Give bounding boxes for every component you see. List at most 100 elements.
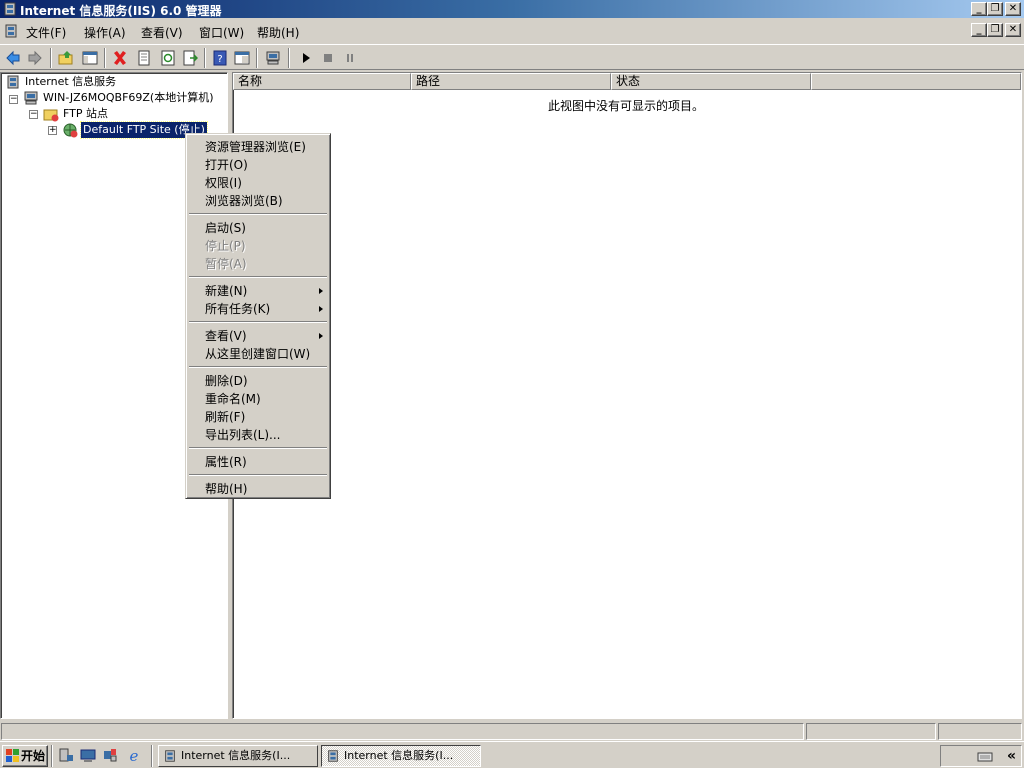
context-menu-item[interactable]: 启动(S) bbox=[189, 219, 327, 237]
properties-icon[interactable] bbox=[134, 48, 154, 68]
context-menu-item[interactable]: 删除(D) bbox=[189, 372, 327, 390]
context-menu-item-label: 重命名(M) bbox=[205, 392, 261, 406]
context-menu-separator bbox=[189, 321, 327, 323]
up-folder-icon[interactable] bbox=[56, 48, 76, 68]
empty-list-message: 此视图中没有可显示的项目。 bbox=[547, 99, 704, 113]
context-menu-separator bbox=[189, 213, 327, 215]
restore-button[interactable]: ❐ bbox=[987, 2, 1003, 16]
menu-view[interactable]: 查看(V) bbox=[141, 24, 183, 41]
context-menu-item[interactable]: 导出列表(L)... bbox=[189, 426, 327, 444]
ftp-site-stopped-icon bbox=[63, 123, 78, 138]
internet-explorer-icon[interactable]: e bbox=[126, 747, 142, 763]
context-menu-item[interactable]: 查看(V) bbox=[189, 327, 327, 345]
context-menu-item-label: 帮助(H) bbox=[205, 482, 248, 496]
server-manager-icon[interactable] bbox=[58, 747, 74, 763]
windows-logo-icon bbox=[6, 749, 19, 762]
window-title: Internet 信息服务(IIS) 6.0 管理器 bbox=[20, 4, 222, 18]
menu-file[interactable]: 文件(F) bbox=[26, 24, 66, 41]
context-menu-item-label: 浏览器浏览(B) bbox=[205, 194, 283, 208]
collapse-server-icon[interactable]: − bbox=[9, 95, 18, 104]
status-panel-main bbox=[1, 723, 804, 740]
context-menu-item[interactable]: 打开(O) bbox=[189, 156, 327, 174]
child-restore-button[interactable]: ❐ bbox=[987, 23, 1003, 37]
delete-icon[interactable] bbox=[110, 48, 130, 68]
refresh-icon[interactable] bbox=[158, 48, 178, 68]
close-button[interactable]: ✕ bbox=[1005, 2, 1021, 16]
context-menu-item[interactable]: 刷新(F) bbox=[189, 408, 327, 426]
context-menu-item-label: 启动(S) bbox=[205, 221, 246, 235]
context-menu-item-label: 打开(O) bbox=[205, 158, 248, 172]
child-close-button[interactable]: ✕ bbox=[1005, 23, 1021, 37]
start-button[interactable]: 开始 bbox=[2, 745, 48, 767]
system-tray: « bbox=[940, 745, 1022, 767]
forward-icon[interactable] bbox=[25, 48, 45, 68]
toolbar-separator bbox=[50, 48, 52, 68]
context-menu-item[interactable]: 属性(R) bbox=[189, 453, 327, 471]
toolbar-separator bbox=[288, 48, 290, 68]
stop-icon[interactable] bbox=[318, 48, 338, 68]
iis-root-icon bbox=[7, 75, 19, 89]
back-icon[interactable] bbox=[3, 48, 23, 68]
child-minimize-button[interactable]: _ bbox=[971, 23, 987, 37]
tree-server-label: WIN-JZ6MOQBF69Z(本地计算机) bbox=[43, 91, 214, 104]
taskbar-separator bbox=[151, 745, 153, 767]
context-menu-separator bbox=[189, 276, 327, 278]
context-menu-item[interactable]: 新建(N) bbox=[189, 282, 327, 300]
context-menu-item[interactable]: 从这里创建窗口(W) bbox=[189, 345, 327, 363]
submenu-arrow-icon bbox=[319, 306, 323, 312]
toolbar-separator bbox=[256, 48, 258, 68]
column-header-name[interactable]: 名称 bbox=[233, 73, 411, 90]
status-panel-3 bbox=[938, 723, 1022, 740]
column-header-path[interactable]: 路径 bbox=[411, 73, 611, 90]
menu-window[interactable]: 窗口(W) bbox=[199, 24, 244, 41]
start-icon[interactable] bbox=[296, 48, 316, 68]
context-menu-item[interactable]: 重命名(M) bbox=[189, 390, 327, 408]
context-menu-item[interactable]: 权限(I) bbox=[189, 174, 327, 192]
menu-action[interactable]: 操作(A) bbox=[84, 24, 126, 41]
collapse-ftp-icon[interactable]: − bbox=[29, 110, 38, 119]
help-icon[interactable]: ? bbox=[210, 48, 230, 68]
console-child-icon[interactable] bbox=[3, 23, 19, 39]
context-menu-item-label: 删除(D) bbox=[205, 374, 248, 388]
context-menu-item-label: 从这里创建窗口(W) bbox=[205, 347, 311, 361]
taskbar-separator bbox=[51, 745, 53, 767]
context-menu-item[interactable]: 浏览器浏览(B) bbox=[189, 192, 327, 210]
context-menu-separator bbox=[189, 366, 327, 368]
show-desktop-icon[interactable] bbox=[80, 747, 96, 763]
submenu-arrow-icon bbox=[319, 333, 323, 339]
context-menu-separator bbox=[189, 474, 327, 476]
keyboard-icon[interactable] bbox=[977, 749, 993, 763]
submenu-arrow-icon bbox=[319, 288, 323, 294]
column-header-filler bbox=[811, 73, 1021, 90]
context-menu-item[interactable]: 资源管理器浏览(E) bbox=[189, 138, 327, 156]
taskbar-button-iis-2[interactable]: Internet 信息服务(I... bbox=[321, 745, 481, 767]
show-hide-tree-icon[interactable] bbox=[80, 48, 100, 68]
context-menu-item-label: 新建(N) bbox=[205, 284, 248, 298]
computer-icon[interactable] bbox=[263, 48, 283, 68]
taskbar-button-iis-1[interactable]: Internet 信息服务(I... bbox=[158, 745, 318, 767]
column-header-status[interactable]: 状态 bbox=[611, 73, 811, 90]
pause-icon[interactable] bbox=[340, 48, 360, 68]
iis-task-icon bbox=[165, 750, 175, 762]
title-bar[interactable]: Internet 信息服务(IIS) 6.0 管理器 _ ❐ ✕ bbox=[0, 0, 1024, 18]
expand-site-icon[interactable]: + bbox=[48, 126, 57, 135]
context-menu-item[interactable]: 所有任务(K) bbox=[189, 300, 327, 318]
export-list-icon[interactable] bbox=[180, 48, 200, 68]
menu-help[interactable]: 帮助(H) bbox=[257, 24, 299, 41]
list-pane[interactable]: 名称 路径 状态 此视图中没有可显示的项目。 bbox=[232, 72, 1022, 719]
toolbar: ? bbox=[0, 44, 1024, 70]
taskbar-button-label: Internet 信息服务(I... bbox=[181, 749, 291, 762]
context-menu-item-label: 停止(P) bbox=[205, 239, 246, 253]
explorer-icon[interactable] bbox=[102, 747, 118, 763]
taskbar: 开始 e Internet 信息服务(I... Internet 信息服务(I.… bbox=[0, 741, 1024, 768]
toolbar-separator bbox=[204, 48, 206, 68]
context-menu-item: 停止(P) bbox=[189, 237, 327, 255]
context-menu-item[interactable]: 帮助(H) bbox=[189, 480, 327, 498]
console-view-icon[interactable] bbox=[232, 48, 252, 68]
context-menu-item-label: 资源管理器浏览(E) bbox=[205, 140, 306, 154]
context-menu-item: 暂停(A) bbox=[189, 255, 327, 273]
menu-bar: 文件(F) 操作(A) 查看(V) 窗口(W) 帮助(H) _ ❐ ✕ bbox=[0, 20, 1024, 42]
ftp-folder-icon bbox=[43, 109, 59, 122]
tray-chevron-button[interactable]: « bbox=[1007, 748, 1016, 764]
minimize-button[interactable]: _ bbox=[971, 2, 987, 16]
